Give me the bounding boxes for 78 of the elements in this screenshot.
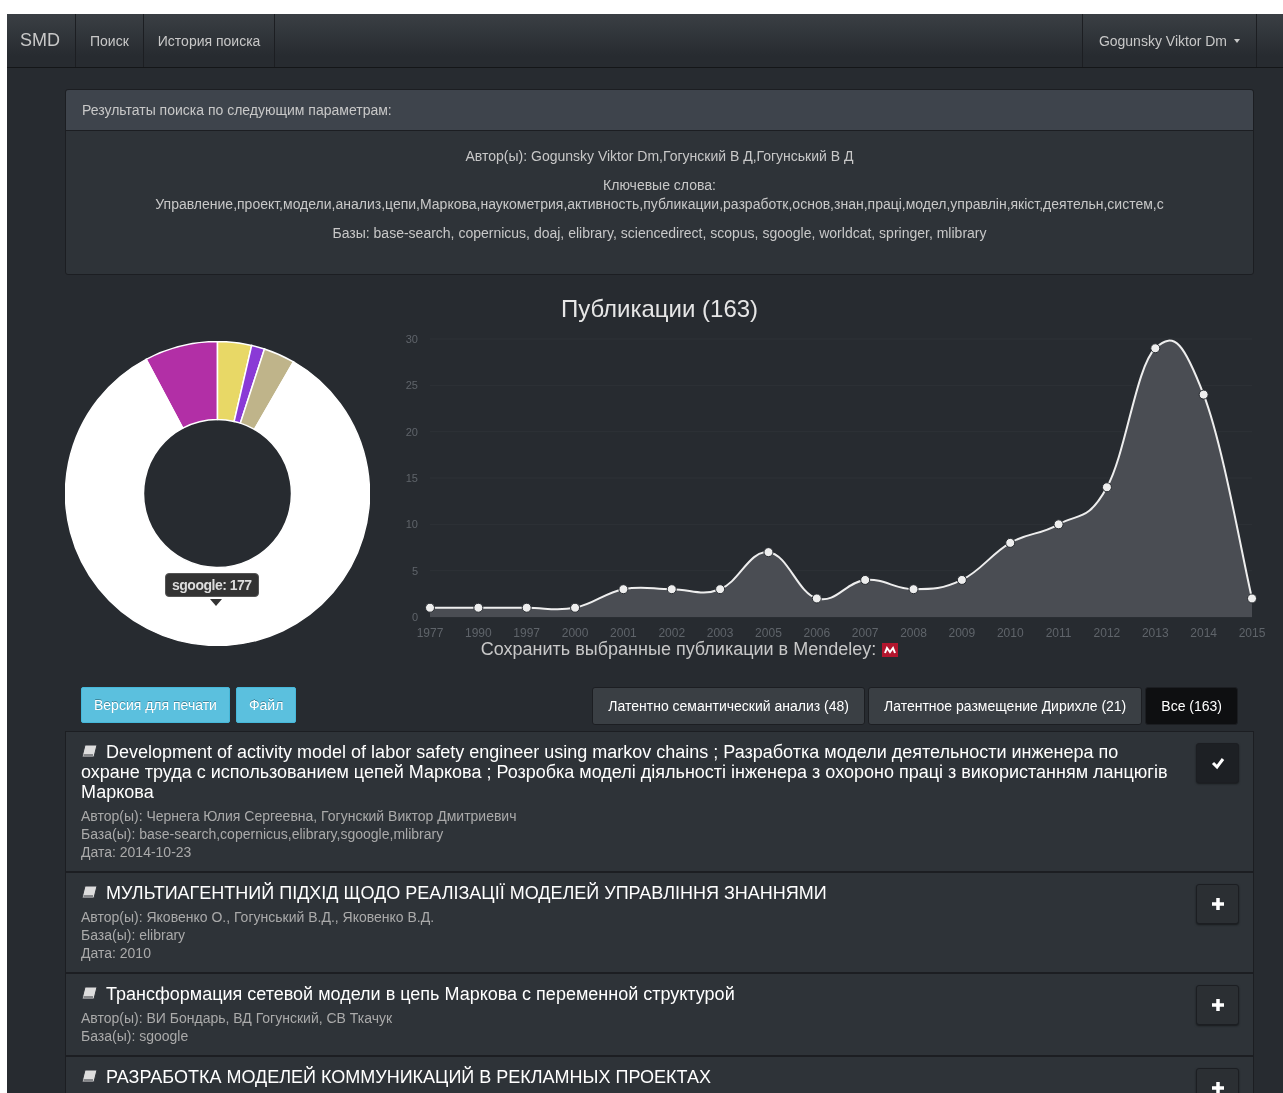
publication-title: МУЛЬТИАГЕНТНИЙ ПІДХІД ЩОДО РЕАЛІЗАЦІЇ МОДЕЛЕЙ УПРАВЛІННЯ ЗНАННЯМИ <box>81 883 1176 903</box>
select-button[interactable] <box>1196 985 1239 1025</box>
mendeley-label: Сохранить выбранные публикации в Mendeley: <box>480 639 877 660</box>
chart-tooltip: sgoogle: 177 <box>165 573 259 597</box>
data-point <box>1053 519 1064 530</box>
data-point <box>860 574 871 585</box>
data-point <box>1247 593 1257 604</box>
axis-tick-label: 2010 <box>996 626 1024 640</box>
axis-tick-label: 2012 <box>1093 626 1121 640</box>
plus-icon <box>1210 998 1225 1012</box>
nav-link[interactable]: История поиска <box>143 14 276 67</box>
search-parameter: Ключевые слова: <box>603 177 716 193</box>
axis-tick-label: 2001 <box>610 626 637 640</box>
tooltip-pointer <box>210 599 222 606</box>
data-point <box>521 602 532 613</box>
panel-heading: Результаты поиска по следующим параметрам: <box>66 90 1253 131</box>
book-icon <box>81 885 98 900</box>
book-icon <box>81 1069 98 1084</box>
axis-tick-label: 1977 <box>416 626 444 640</box>
check-icon <box>1210 756 1225 770</box>
data-point <box>473 602 484 613</box>
axis-tick-label: 30 <box>405 333 418 345</box>
data-point <box>811 593 822 604</box>
axis-tick-label: 1997 <box>513 626 541 640</box>
select-button[interactable] <box>1196 743 1239 783</box>
publication-detail: База(ы): sgoogle <box>81 1027 190 1045</box>
search-parameter: Автор(ы): Gogunsky Viktor Dm,Гогунский В Д,Гогунський В Д <box>465 148 854 164</box>
data-point <box>425 602 435 613</box>
axis-tick-label: 2002 <box>658 626 686 640</box>
filter-tab[interactable]: Все (163) <box>1145 687 1238 725</box>
axis-tick-label: 2009 <box>948 626 976 640</box>
data-point <box>570 602 581 613</box>
data-point <box>1150 343 1161 354</box>
data-point <box>1101 482 1112 493</box>
axis-tick-label: 2013 <box>1141 626 1169 640</box>
axis-tick-label: 1990 <box>465 626 492 640</box>
data-point <box>618 584 629 595</box>
publication-detail: Дата: 2014-10-23 <box>81 843 193 861</box>
axis-tick-label: 2014 <box>1190 626 1217 640</box>
select-button[interactable] <box>1196 884 1239 924</box>
axis-tick-label: 2005 <box>755 626 782 640</box>
plus-icon <box>1210 1081 1225 1093</box>
brand-link[interactable]: SMD <box>7 14 76 67</box>
publication-title: Трансформация сетевой модели в цепь Маркова с переменной структурой <box>81 984 1176 1004</box>
axis-tick-label: 2011 <box>1045 626 1072 640</box>
data-point <box>715 584 726 595</box>
nav-link[interactable]: Поиск <box>76 14 144 67</box>
axis-tick-label: 2007 <box>851 626 879 640</box>
chart-title: Публикации (163) <box>559 295 760 324</box>
axis-tick-label: 2006 <box>803 626 831 640</box>
publication-detail: База(ы): elibrary <box>81 926 187 944</box>
data-point <box>956 574 967 585</box>
data-point <box>666 584 677 595</box>
data-point <box>763 547 774 558</box>
plus-icon <box>1210 897 1225 911</box>
axis-tick-label: 2003 <box>706 626 734 640</box>
mendeley-icon[interactable] <box>882 642 899 657</box>
publication-title: Development of activity model of labor safety engineer using markov chains ; Разработка модели деятельности инженера по охране труда с использованием цепей Маркова ; Розробка моделі діяльності інженера з охороно праці з використанням ланцюгів Маркова <box>81 742 1169 802</box>
caret-icon <box>1234 38 1240 43</box>
data-point <box>1005 537 1016 548</box>
search-parameter: Базы: base-search, copernicus, doaj, elibrary, sciencedirect, scopus, sgoogle, worldcat, springer, mlibrary <box>332 225 987 241</box>
data-point <box>1198 389 1209 400</box>
publication-title: РАЗРАБОТКА МОДЕЛЕЙ КОММУНИКАЦИЙ В РЕКЛАМНЫХ ПРОЕКТАХ <box>81 1067 1176 1087</box>
publication-detail: Автор(ы): Чернега Юлия Сергеевна, Гогунский Виктор Дмитриевич <box>81 807 518 825</box>
axis-tick-label: 2015 <box>1238 626 1265 640</box>
filter-tab[interactable]: Латентно семантический анализ (48) <box>592 687 865 725</box>
data-point <box>908 584 919 595</box>
book-icon <box>81 986 98 1001</box>
publication-detail: Автор(ы): Яковенко О., Гогунський В.Д., Яковенко В.Д. <box>81 908 436 926</box>
axis-tick-label: 2000 <box>561 626 589 640</box>
publication-detail: База(ы): base-search,copernicus,elibrary,sgoogle,mlibrary <box>81 825 445 843</box>
publication-detail: Дата: 2010 <box>81 944 152 962</box>
filter-tab[interactable]: Латентное размещение Дирихле (21) <box>867 687 1143 725</box>
search-parameter: Управление,проект,модели,анализ,цепи,Маркова,наукометрия,активность,публикации,разработк,основ,знан,праці,модел,управлін,якіст,деятельн,систем,с <box>155 196 1164 212</box>
publication-detail: Автор(ы): ВИ Бондарь, ВД Гогунский, СВ Ткачук <box>81 1009 394 1027</box>
book-icon <box>81 744 98 759</box>
axis-tick-label: 2008 <box>900 626 927 640</box>
user-menu[interactable]: Gogunsky Viktor Dm <box>1081 14 1257 67</box>
